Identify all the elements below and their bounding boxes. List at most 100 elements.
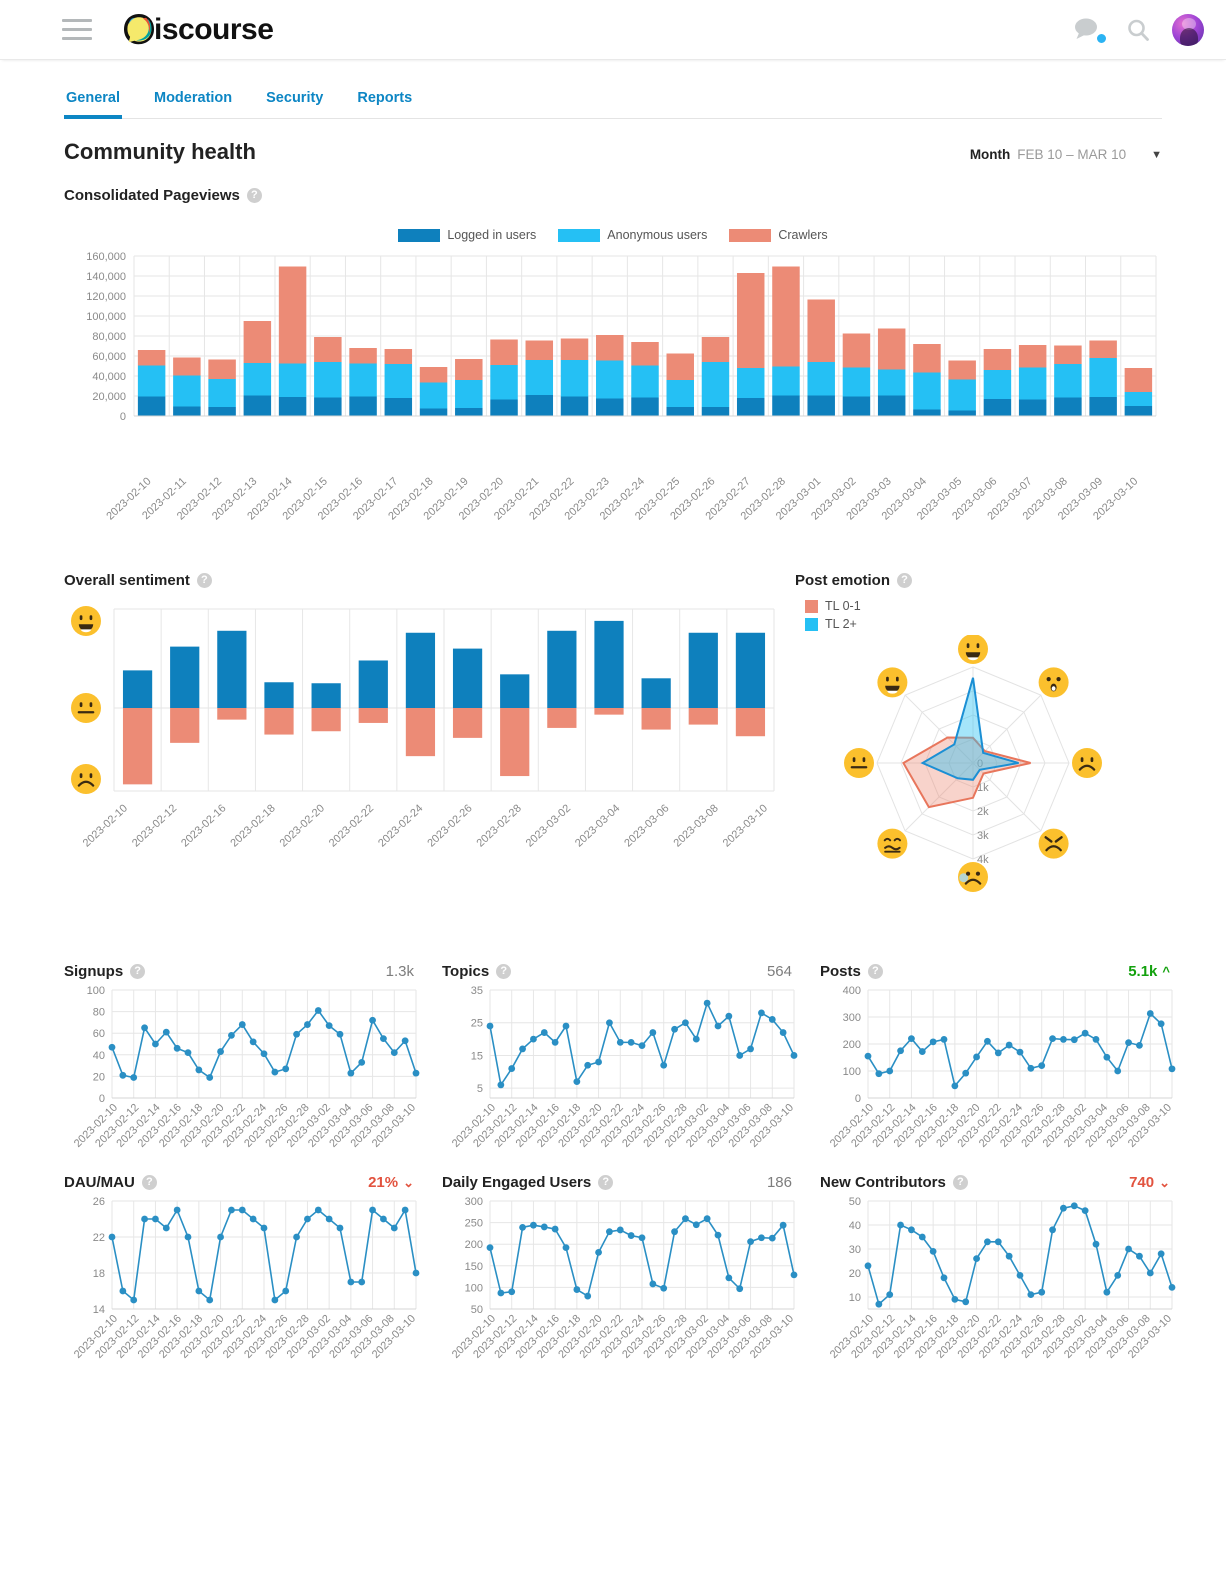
page-title: Community health [64,139,256,164]
svg-text:30: 30 [849,1244,861,1256]
daily-engaged-total: 186 [767,1174,792,1191]
svg-text:50: 50 [849,1196,861,1208]
stat-card-topics[interactable]: Topics ? 564 5 15 25 35 2023-02-10 2023-02-12… [442,957,802,1160]
svg-text:100,000: 100,000 [86,311,126,323]
sentiment-chart[interactable] [64,601,779,801]
svg-text:2023-02-24: 2023-02-24 [376,802,425,849]
mid-charts-row: Overall sentiment ? 2023-02-10 2023-02-12… [64,572,1162,905]
help-icon[interactable]: ? [496,964,512,979]
help-icon[interactable]: ? [952,1175,968,1190]
trend-up-icon: ^ [1162,964,1170,979]
help-icon[interactable]: ? [598,1175,614,1190]
svg-text:0: 0 [99,1093,105,1105]
stat-card-new-contributors[interactable]: New Contributors ? 740 ⌄ 10 20 30 40 50 2023-… [820,1168,1180,1371]
legend-crawlers[interactable]: Crawlers [729,228,828,242]
new-contributors-total: 740 ⌄ [1129,1174,1170,1191]
legend-swatch [805,617,818,631]
stat-title: Signups [64,963,124,980]
tab-reports[interactable]: Reports [355,86,414,118]
pageviews-legend: Logged in users Anonymous users Crawlers [64,228,1162,242]
stat-title: Daily Engaged Users [442,1174,592,1191]
svg-text:2023-02-28: 2023-02-28 [475,802,524,849]
help-icon[interactable]: ? [867,964,883,979]
svg-text:25: 25 [471,1018,483,1030]
svg-text:400: 400 [843,985,861,997]
sentiment-x-axis: 2023-02-10 2023-02-12 2023-02-16 2023-02-18… [81,802,770,849]
help-icon[interactable]: ? [196,573,212,588]
stats-grid: Signups ? 1.3k 0 20 40 60 80 100 2023-02-10 202… [64,957,1176,1371]
stat-total: 564 [766,963,792,980]
daily-engaged-chart[interactable]: 501001502002503002023-02-102023-02-12202… [442,1191,802,1371]
trend-down-icon: ⌄ [1159,1174,1170,1190]
notification-dot [1095,31,1108,45]
help-icon[interactable]: ? [246,188,262,203]
svg-text:10: 10 [849,1292,861,1304]
svg-text:2023-03-06: 2023-03-06 [622,802,671,849]
new-contributors-title-row: New Contributors ? [820,1174,968,1191]
legend-tl2[interactable]: TL 2+ [805,617,1162,631]
signups-chart[interactable]: 0204060801002023-02-102023-02-122023-02-… [64,980,424,1160]
legend-swatch [558,228,601,242]
dau-mau-chart[interactable]: 141822262023-02-102023-02-122023-02-1420… [64,1191,424,1371]
dau-mau-title-row: DAU/MAU ? [64,1174,157,1191]
stat-total: 1.3k [385,963,414,980]
chat-bubble-icon[interactable] [1074,17,1108,45]
legend-label: Crawlers [778,228,828,242]
stat-card-daily-engaged-users[interactable]: Daily Engaged Users ? 186 50 100 150 200 250… [442,1168,802,1371]
stat-title: Posts [820,963,861,980]
svg-text:15: 15 [471,1050,483,1062]
tab-general[interactable]: General [64,86,122,119]
topics-chart[interactable]: 51525352023-02-102023-02-122023-02-14202… [442,980,802,1160]
svg-text:80: 80 [93,1007,105,1019]
tab-security[interactable]: Security [264,86,325,118]
hamburger-icon[interactable] [62,19,92,40]
search-icon[interactable] [1126,18,1150,42]
emotion-radar-chart[interactable]: 01k2k3k4k [795,635,1155,905]
chevron-down-icon[interactable]: ▼ [1151,149,1162,161]
svg-text:22: 22 [93,1232,105,1244]
svg-text:50: 50 [471,1304,483,1316]
svg-text:20: 20 [849,1268,861,1280]
help-icon[interactable]: ? [130,964,146,979]
stat-card-signups[interactable]: Signups ? 1.3k 0 20 40 60 80 100 2023-02-10 202… [64,957,424,1160]
stat-total: 186 [766,1174,792,1191]
posts-title-row: Posts ? [820,963,883,980]
topics-total: 564 [767,963,792,980]
stat-title: New Contributors [820,1174,946,1191]
legend-anonymous[interactable]: Anonymous users [558,228,707,242]
legend-tl01[interactable]: TL 0-1 [805,599,1162,613]
svg-text:300: 300 [465,1196,483,1208]
svg-text:26: 26 [93,1196,105,1208]
legend-swatch [398,228,441,242]
period-selector[interactable]: Month FEB 10 – MAR 10 ▼ [970,147,1162,162]
period-unit: Month [969,147,1011,162]
svg-text:2023-03-10: 2023-03-10 [721,802,770,849]
help-icon[interactable]: ? [141,1175,157,1190]
new-contributors-chart[interactable]: 10203040502023-02-102023-02-122023-02-14… [820,1191,1180,1371]
stat-total: 740 [1129,1174,1155,1191]
svg-text:200: 200 [465,1239,483,1251]
pageviews-x-axis: 2023-02-102023-02-112023-02-122023-02-13… [104,476,1140,523]
legend-logged-in[interactable]: Logged in users [398,228,536,242]
svg-text:200: 200 [843,1039,861,1051]
svg-text:120,000: 120,000 [86,291,126,303]
svg-text:3k: 3k [977,830,989,842]
svg-text:0: 0 [855,1093,861,1105]
avatar[interactable] [1172,13,1204,46]
svg-text:5: 5 [477,1083,483,1095]
discourse-logo[interactable]: iscourse [122,12,274,48]
posts-chart[interactable]: 01002003004002023-02-102023-02-122023-02… [820,980,1180,1160]
pageviews-chart[interactable]: 0 20,000 40,000 60,000 80,000 100,000 120,000 1… [64,246,1162,476]
stat-card-posts[interactable]: Posts ? 5.1k ^ 0 100 200 300 400 2023-02-10 20… [820,957,1180,1160]
sentiment-title-row: Overall sentiment ? [64,572,779,589]
help-icon[interactable]: ? [897,573,913,588]
svg-text:150: 150 [465,1261,483,1273]
stat-card-dau-mau[interactable]: DAU/MAU ? 21% ⌄ 14 18 22 26 2023-02-10 2023-0… [64,1168,424,1371]
emotion-legend: TL 0-1 TL 2+ [805,599,1162,631]
svg-text:2023-02-18: 2023-02-18 [228,802,277,849]
tab-moderation[interactable]: Moderation [152,86,234,118]
svg-text:14: 14 [93,1304,105,1316]
overall-sentiment-panel: Overall sentiment ? 2023-02-10 2023-02-12… [64,572,779,905]
stat-total: 5.1k [1128,963,1158,980]
signups-title-row: Signups ? [64,963,146,980]
